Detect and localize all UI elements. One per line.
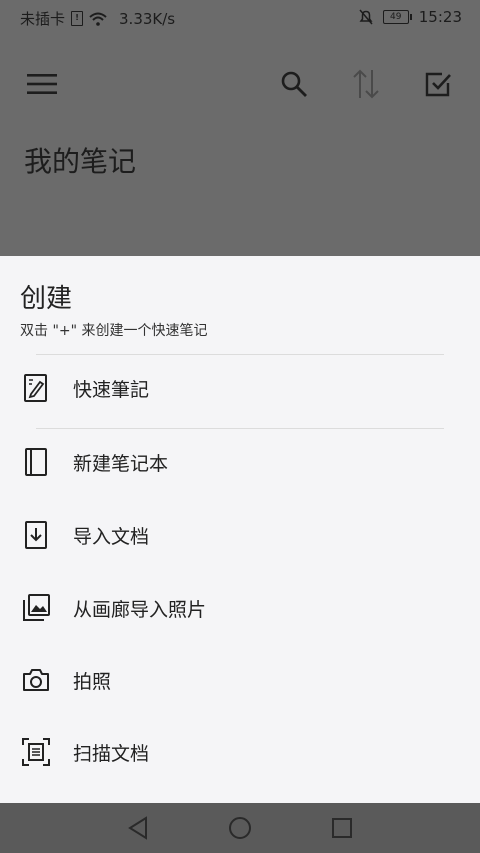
notebook-icon [20,446,52,478]
sim-icon: ! [71,11,84,26]
menu-item-label: 拍照 [73,670,112,693]
battery-icon: 49 [382,10,412,24]
home-circle-icon [229,817,251,839]
camera-icon [20,664,52,696]
navigation-bar [0,803,480,853]
sort-icon [353,69,379,99]
network-speed: 3.33K/s [119,9,176,28]
wifi-icon [89,12,107,26]
mute-bell-icon [359,9,373,25]
sheet-title: 创建 [20,284,73,314]
menu-item-take-photo[interactable]: 拍照 [0,648,480,712]
menu-button[interactable] [22,64,62,104]
create-bottom-sheet: 创建 双击 "+" 来创建一个快速笔记 快速筆記 新建笔记本 导入文档 从画廊导… [0,256,480,803]
checkbox-icon [425,72,451,97]
quick-note-icon [20,372,52,404]
divider [36,428,444,429]
gallery-icon [20,592,52,624]
menu-item-new-notebook[interactable]: 新建笔记本 [0,430,480,494]
search-button[interactable] [274,64,314,104]
carrier-text: 未插卡 [20,10,66,28]
menu-item-import-gallery[interactable]: 从画廊导入照片 [0,576,480,640]
sheet-subtitle: 双击 "+" 来创建一个快速笔记 [20,323,208,339]
app-bar: 我的笔记 [0,34,480,256]
menu-item-label: 快速筆記 [73,378,150,401]
search-icon [281,71,307,97]
menu-item-label: 从画廊导入照片 [73,598,207,621]
menu-item-quick-note[interactable]: 快速筆記 [0,356,480,420]
recents-square-icon [332,818,352,838]
select-button[interactable] [418,64,458,104]
back-triangle-icon [128,816,147,840]
recents-button[interactable] [327,813,357,843]
page-title: 我的笔记 [24,145,137,178]
menu-item-import-document[interactable]: 导入文档 [0,503,480,567]
scan-document-icon [20,736,52,768]
menu-item-label: 新建笔记本 [73,452,169,475]
menu-item-scan-document[interactable]: 扫描文档 [0,720,480,784]
home-button[interactable] [225,813,255,843]
status-bar: 未插卡 ! 3.33K/s 49 15:23 [0,0,480,34]
menu-item-label: 导入文档 [73,525,150,548]
hamburger-icon [27,74,57,94]
sort-button[interactable] [346,64,386,104]
back-button[interactable] [123,813,153,843]
clock: 15:23 [418,8,462,26]
import-document-icon [20,519,52,551]
divider [36,354,444,355]
menu-item-label: 扫描文档 [73,742,150,765]
